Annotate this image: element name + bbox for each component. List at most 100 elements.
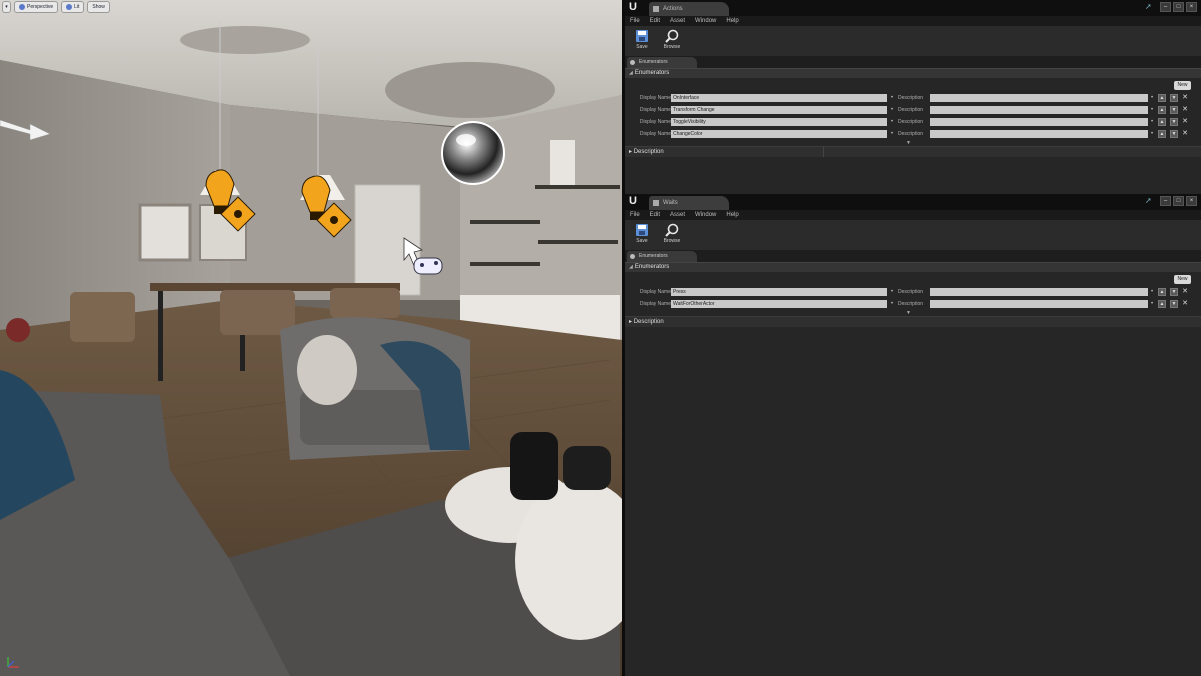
options-dot[interactable]: •	[891, 131, 893, 137]
menu-file[interactable]: File	[630, 18, 640, 24]
lit-button[interactable]: Lit	[61, 1, 85, 13]
description-input[interactable]	[930, 130, 1148, 138]
save-button[interactable]: Save	[631, 220, 653, 250]
move-up-button[interactable]: ▲	[1158, 94, 1166, 102]
enum-editor-actions: U Actions ➚ – □ × File Edit Asset Window…	[625, 0, 1201, 194]
document-tab[interactable]: Actions	[649, 2, 729, 16]
menu-edit[interactable]: Edit	[650, 18, 660, 24]
maximize-button[interactable]: □	[1173, 196, 1184, 206]
browse-button[interactable]: Browse	[661, 220, 683, 250]
move-up-button[interactable]: ▲	[1158, 118, 1166, 126]
enumerators-section-header[interactable]: ◢ Enumerators	[625, 68, 1201, 78]
minimize-button[interactable]: –	[1160, 196, 1171, 206]
menu-file[interactable]: File	[630, 212, 640, 218]
tab-enumerators[interactable]: Enumerators	[627, 251, 697, 262]
pin-icon[interactable]: ➚	[1145, 197, 1153, 205]
menu-window[interactable]: Window	[695, 18, 716, 24]
display-name-label: Display Name	[639, 107, 671, 113]
description-input[interactable]	[930, 288, 1148, 296]
new-enumerator-button[interactable]: New	[1174, 275, 1191, 284]
description-input[interactable]	[930, 300, 1148, 308]
menu-window[interactable]: Window	[695, 212, 716, 218]
level-viewport[interactable]: ▾ Perspective Lit Show	[0, 0, 622, 676]
display-name-input[interactable]	[671, 94, 887, 102]
display-name-input[interactable]	[671, 118, 887, 126]
move-down-button[interactable]: ▼	[1170, 106, 1178, 114]
magnifier-icon	[665, 223, 679, 237]
description-input[interactable]	[930, 94, 1148, 102]
delete-icon[interactable]: ✕	[1181, 300, 1189, 308]
delete-icon[interactable]: ✕	[1181, 106, 1189, 114]
close-button[interactable]: ×	[1186, 196, 1197, 206]
unreal-logo-icon: U	[629, 1, 637, 13]
column-splitter[interactable]	[823, 147, 824, 157]
close-button[interactable]: ×	[1186, 2, 1197, 12]
perspective-button[interactable]: Perspective	[14, 1, 59, 13]
reflection-capture-sphere-icon[interactable]	[440, 120, 506, 186]
options-dot[interactable]: •	[891, 289, 893, 295]
move-up-button[interactable]: ▲	[1158, 300, 1166, 308]
move-up-button[interactable]: ▲	[1158, 288, 1166, 296]
menu-help[interactable]: Help	[726, 212, 738, 218]
enumerators-section-header[interactable]: ◢ Enumerators	[625, 262, 1201, 272]
pin-icon[interactable]: ➚	[1145, 3, 1153, 11]
chevron-down-icon: ▾	[5, 4, 8, 10]
options-dot[interactable]: •	[891, 107, 893, 113]
point-light-icon[interactable]	[196, 166, 258, 232]
directional-light-arrow-icon[interactable]	[0, 112, 56, 142]
move-down-button[interactable]: ▼	[1170, 118, 1178, 126]
options-dot[interactable]: •	[1151, 119, 1153, 125]
delete-icon[interactable]: ✕	[1181, 118, 1189, 126]
options-dot[interactable]: •	[891, 95, 893, 101]
menu-asset[interactable]: Asset	[670, 18, 685, 24]
menu-edit[interactable]: Edit	[650, 212, 660, 218]
description-label: Description	[898, 289, 924, 295]
display-name-label: Display Name	[639, 119, 671, 125]
details-icon	[630, 254, 635, 259]
options-dot[interactable]: •	[1151, 95, 1153, 101]
save-button[interactable]: Save	[631, 26, 653, 56]
display-name-input[interactable]	[671, 300, 887, 308]
new-enumerator-button[interactable]: New	[1174, 81, 1191, 90]
move-up-button[interactable]: ▲	[1158, 130, 1166, 138]
move-down-button[interactable]: ▼	[1170, 94, 1178, 102]
menu-help[interactable]: Help	[726, 18, 738, 24]
description-section-header[interactable]: ▸ Description	[625, 146, 1201, 157]
menu-bar: File Edit Asset Window Help	[625, 16, 1201, 26]
delete-icon[interactable]: ✕	[1181, 288, 1189, 296]
show-button[interactable]: Show	[87, 1, 110, 13]
move-down-button[interactable]: ▼	[1170, 288, 1178, 296]
display-name-input[interactable]	[671, 288, 887, 296]
axis-gizmo-icon	[7, 657, 19, 668]
move-down-button[interactable]: ▼	[1170, 130, 1178, 138]
display-name-input[interactable]	[671, 106, 887, 114]
move-down-button[interactable]: ▼	[1170, 300, 1178, 308]
options-dot[interactable]: •	[891, 301, 893, 307]
move-up-button[interactable]: ▲	[1158, 106, 1166, 114]
details-icon	[630, 60, 635, 65]
enumerator-row: Display Name • Description • ▲ ▼ ✕	[625, 116, 1201, 128]
options-dot[interactable]: •	[1151, 301, 1153, 307]
delete-icon[interactable]: ✕	[1181, 94, 1189, 102]
gamepad-actor-icon[interactable]	[402, 236, 446, 280]
maximize-button[interactable]: □	[1173, 2, 1184, 12]
display-name-input[interactable]	[671, 130, 887, 138]
delete-icon[interactable]: ✕	[1181, 130, 1189, 138]
description-input[interactable]	[930, 106, 1148, 114]
browse-button[interactable]: Browse	[661, 26, 683, 56]
description-section-header[interactable]: ▸ Description	[625, 316, 1201, 327]
options-dot[interactable]: •	[1151, 107, 1153, 113]
description-input[interactable]	[930, 118, 1148, 126]
menu-asset[interactable]: Asset	[670, 212, 685, 218]
viewport-options-button[interactable]: ▾	[2, 1, 11, 13]
options-dot[interactable]: •	[891, 119, 893, 125]
save-icon	[636, 30, 648, 42]
minimize-button[interactable]: –	[1160, 2, 1171, 12]
display-name-label: Display Name	[639, 95, 671, 101]
options-dot[interactable]: •	[1151, 131, 1153, 137]
point-light-icon[interactable]	[296, 172, 358, 238]
tab-enumerators[interactable]: Enumerators	[627, 57, 697, 68]
window-controls: – □ ×	[1160, 196, 1197, 206]
document-tab[interactable]: Waits	[649, 196, 729, 210]
options-dot[interactable]: •	[1151, 289, 1153, 295]
